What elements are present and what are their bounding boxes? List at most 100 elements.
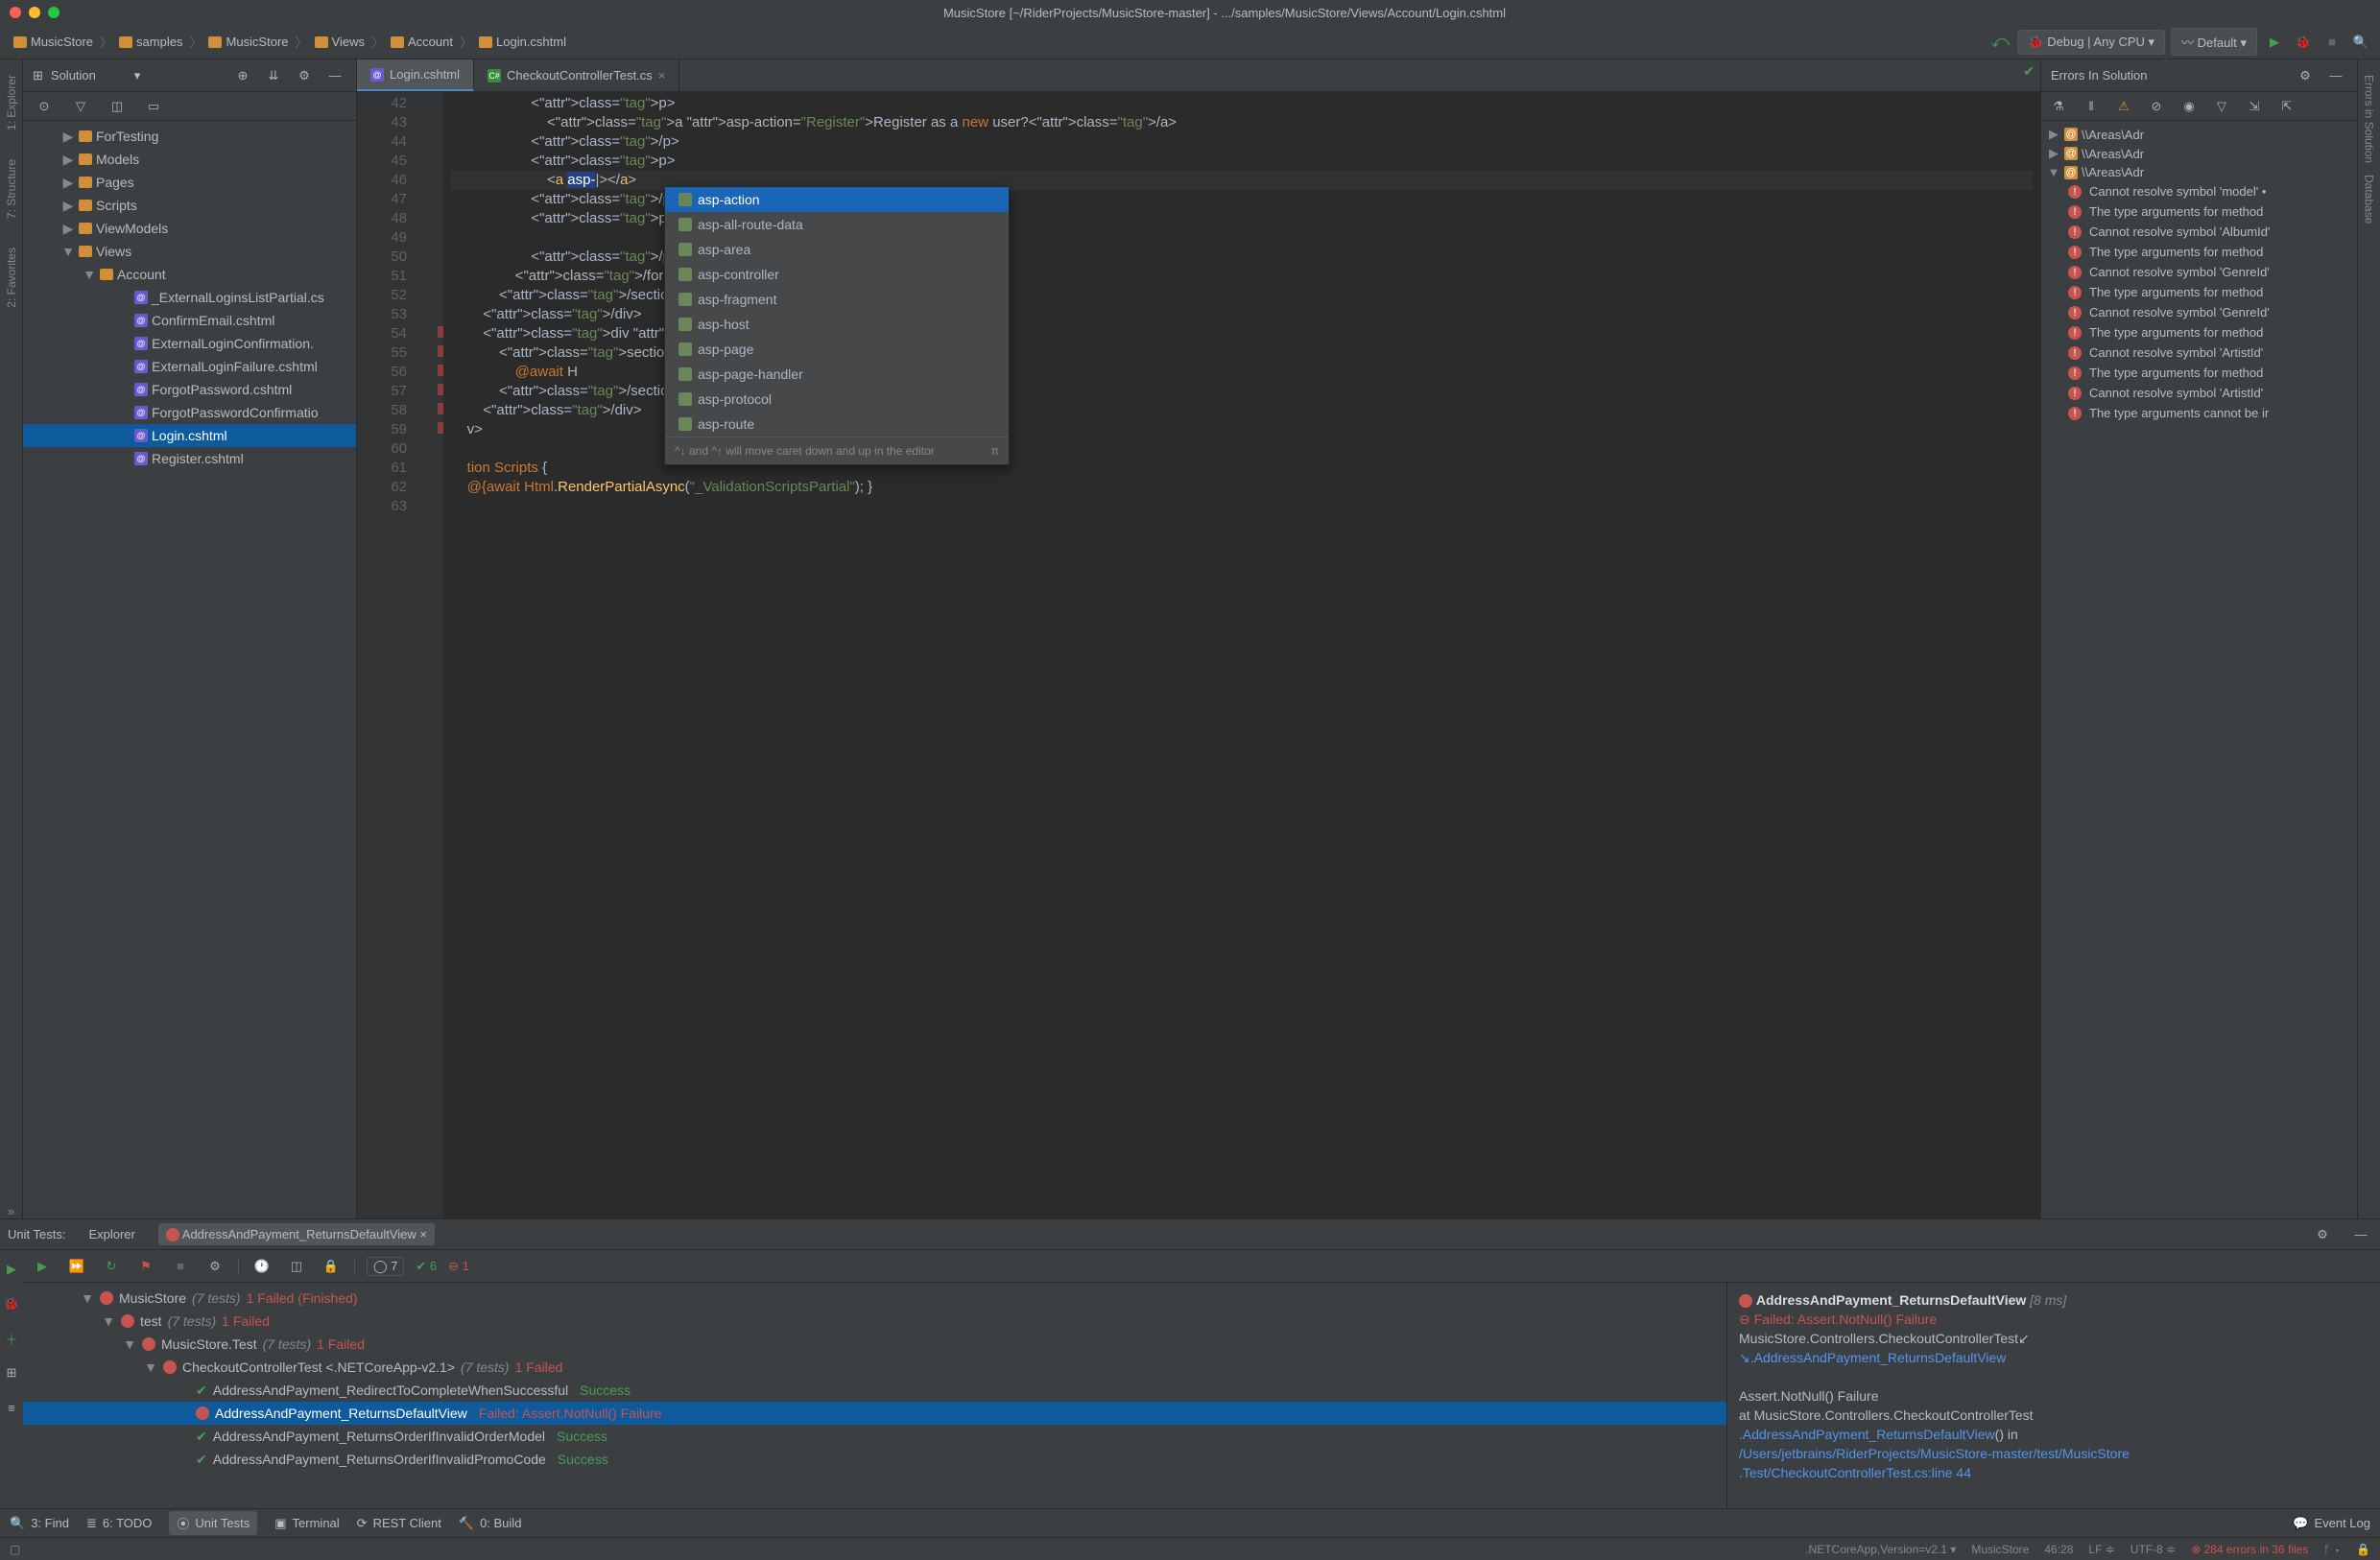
completion-popup[interactable]: asp-actionasp-all-route-dataasp-areaasp-… (664, 186, 1010, 465)
lock-icon[interactable]: 🔒 (2356, 1543, 2370, 1556)
database-tool-tab[interactable]: Database (2363, 169, 2376, 229)
tree-item[interactable]: ▶ViewModels (23, 217, 356, 240)
error-item[interactable]: !The type arguments for method (2041, 201, 2357, 222)
ut-tree[interactable]: ▼MusicStore (7 tests) 1 Failed (Finished… (23, 1283, 1727, 1508)
test-row[interactable]: ▼MusicStore.Test (7 tests) 1 Failed (23, 1333, 1726, 1356)
filter-icon[interactable]: ▽ (2210, 95, 2233, 118)
project-status[interactable]: MusicStore (1971, 1543, 2029, 1556)
completion-item[interactable]: asp-page-handler (665, 362, 1009, 387)
settings-icon[interactable]: ⚙ (203, 1255, 226, 1278)
completion-item[interactable]: asp-route (665, 412, 1009, 437)
test-row[interactable]: ✔AddressAndPayment_ReturnsOrderIfInvalid… (23, 1448, 1726, 1471)
run-tests-icon[interactable]: ▶ (0, 1258, 23, 1281)
more-icon[interactable]: » (8, 1204, 14, 1218)
tree-item[interactable]: @Register.cshtml (23, 447, 356, 470)
target-icon[interactable]: ⊕ (231, 64, 254, 87)
error-item[interactable]: !Cannot resolve symbol 'model' • (2041, 181, 2357, 201)
collapse-icon[interactable]: ⇱ (2275, 95, 2298, 118)
error-item[interactable]: !Cannot resolve symbol 'ArtistId' (2041, 343, 2357, 363)
breadcrumb-item[interactable]: MusicStore (202, 33, 294, 51)
layout-icon[interactable]: ◫ (285, 1255, 308, 1278)
tree-item[interactable]: @ForgotPasswordConfirmatio (23, 401, 356, 424)
tool-windows-icon[interactable]: ▢ (10, 1543, 20, 1556)
test-row[interactable]: ✔AddressAndPayment_ReturnsOrderIfInvalid… (23, 1425, 1726, 1448)
error-item[interactable]: !The type arguments for method (2041, 242, 2357, 262)
tree-item[interactable]: ▶Scripts (23, 194, 356, 217)
eye-off-icon[interactable]: ⊘ (2145, 95, 2168, 118)
ut-explorer-tab[interactable]: Explorer (81, 1223, 142, 1245)
caret-position[interactable]: 46:28 (2044, 1543, 2073, 1556)
completion-item[interactable]: asp-action (665, 187, 1009, 212)
explorer-tool-tab[interactable]: 1: Explorer (5, 69, 18, 136)
expand-icon[interactable]: ⇲ (2243, 95, 2266, 118)
debug-button[interactable]: 🐞 (2292, 31, 2315, 54)
hide-icon[interactable]: — (2349, 1223, 2372, 1246)
error-group[interactable]: ▼@\\Areas\Adr (2041, 163, 2357, 181)
tree-item[interactable]: ▼Views (23, 240, 356, 263)
line-ending[interactable]: LF ≑ (2088, 1543, 2114, 1556)
tree-item[interactable]: @Login.cshtml (23, 424, 356, 447)
run-config-selector[interactable]: 🐞 Debug | Any CPU ▾ (2017, 30, 2165, 55)
error-item[interactable]: !Cannot resolve symbol 'GenreId' (2041, 262, 2357, 282)
collapse-icon[interactable]: ⇊ (262, 64, 285, 87)
editor-tab[interactable]: C#CheckoutControllerTest.cs × (474, 59, 679, 91)
completion-item[interactable]: asp-area (665, 237, 1009, 262)
grid-icon[interactable]: ⊞ (0, 1361, 23, 1384)
run-icon[interactable]: ▶ (31, 1255, 54, 1278)
minimize-window[interactable] (29, 7, 40, 18)
unit-tests-tool[interactable]: ⦿ Unit Tests (169, 1511, 257, 1535)
hide-icon[interactable]: — (323, 64, 346, 87)
breadcrumb-item[interactable]: Account (385, 33, 459, 51)
tree-item[interactable]: @ForgotPassword.cshtml (23, 378, 356, 401)
default-selector[interactable]: 〰 Default ▾ (2171, 28, 2257, 56)
lock-icon[interactable]: 🔒 (320, 1255, 343, 1278)
test-row[interactable]: AddressAndPayment_ReturnsDefaultView Fai… (23, 1402, 1726, 1425)
run-all-icon[interactable]: ⏩ (65, 1255, 88, 1278)
structure-tool-tab[interactable]: 7: Structure (5, 154, 18, 225)
errors-list[interactable]: ▶@\\Areas\Adr▶@\\Areas\Adr▼@\\Areas\Adr!… (2041, 121, 2357, 1218)
rerun-icon[interactable]: ↻ (100, 1255, 123, 1278)
terminal-tool[interactable]: ▣ Terminal (274, 1516, 339, 1531)
tree-item[interactable]: ▼Account (23, 263, 356, 286)
tree-item[interactable]: @ConfirmEmail.cshtml (23, 309, 356, 332)
code-area[interactable]: 4243444546474849505152535455565758596061… (357, 92, 2040, 1218)
error-item[interactable]: !The type arguments for method (2041, 363, 2357, 383)
show-all-icon[interactable]: ◫ (106, 95, 129, 118)
search-everywhere-icon[interactable]: 🔍 (2349, 31, 2372, 54)
test-row[interactable]: ▼MusicStore (7 tests) 1 Failed (Finished… (23, 1287, 1726, 1310)
completion-item[interactable]: asp-fragment (665, 287, 1009, 312)
filter-icon[interactable]: ▽ (69, 95, 92, 118)
debug-tests-icon[interactable]: 🐞 (0, 1292, 23, 1315)
history-icon[interactable]: 🕐 (250, 1255, 274, 1278)
tree-item[interactable]: @ExternalLoginFailure.cshtml (23, 355, 356, 378)
rerun-failed-icon[interactable]: ⚑ (134, 1255, 157, 1278)
editor-tab[interactable]: @Login.cshtml (357, 59, 474, 91)
error-group[interactable]: ▶@\\Areas\Adr (2041, 125, 2357, 144)
list-icon[interactable]: ≡ (0, 1396, 23, 1419)
sync-icon[interactable]: ⤺ (1988, 31, 2011, 54)
dropdown-icon[interactable]: ▾ (134, 68, 141, 83)
tree-item[interactable]: @ExternalLoginConfirmation. (23, 332, 356, 355)
completion-item[interactable]: asp-protocol (665, 387, 1009, 412)
close-window[interactable] (10, 7, 21, 18)
error-item[interactable]: !The type arguments cannot be ir (2041, 403, 2357, 423)
breadcrumb-item[interactable]: Views (309, 33, 370, 51)
zoom-window[interactable] (48, 7, 60, 18)
error-item[interactable]: !The type arguments for method (2041, 322, 2357, 343)
encoding[interactable]: UTF-8 ≑ (2130, 1543, 2176, 1556)
error-item[interactable]: !Cannot resolve symbol 'AlbumId' (2041, 222, 2357, 242)
errors-tool-tab[interactable]: Errors in Solution (2363, 69, 2376, 169)
stop-button[interactable]: ■ (2320, 31, 2344, 54)
completion-item[interactable]: asp-page (665, 337, 1009, 362)
preview-icon[interactable]: ▭ (142, 95, 165, 118)
hide-icon[interactable]: — (2324, 64, 2347, 87)
flask-icon[interactable]: ⚗ (2047, 95, 2070, 118)
gear-icon[interactable]: ⚙ (2294, 64, 2317, 87)
breadcrumb-item[interactable]: samples (113, 33, 188, 51)
gear-icon[interactable]: ⚙ (2311, 1223, 2334, 1246)
completion-item[interactable]: asp-controller (665, 262, 1009, 287)
favorites-tool-tab[interactable]: 2: Favorites (5, 242, 18, 314)
rest-tool[interactable]: ⟳ REST Client (357, 1516, 441, 1531)
analysis-ok-icon[interactable]: ✔ (2023, 63, 2035, 80)
tree-item[interactable]: @_ExternalLoginsListPartial.cs (23, 286, 356, 309)
